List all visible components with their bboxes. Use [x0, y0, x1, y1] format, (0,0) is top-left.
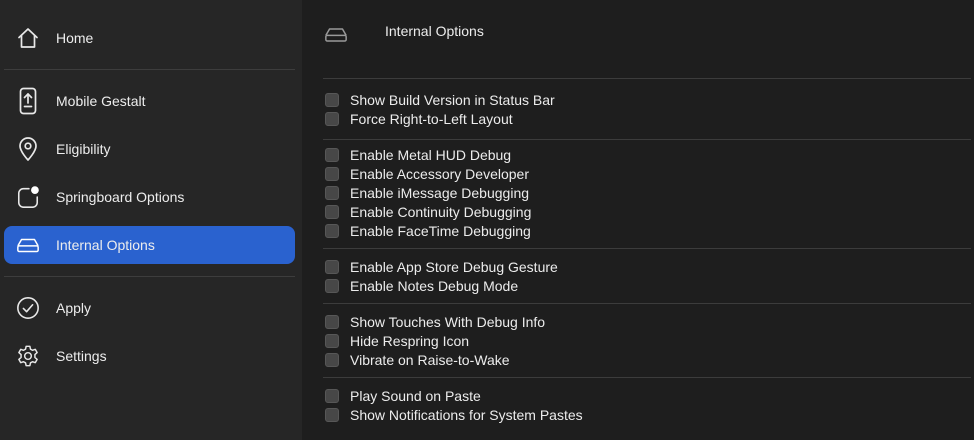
option-label: Show Notifications for System Pastes — [350, 406, 583, 423]
checkbox[interactable] — [325, 166, 339, 181]
phone-icon — [16, 87, 40, 115]
sidebar-item-eligibility[interactable]: Eligibility — [4, 130, 295, 168]
sidebar-divider — [4, 69, 295, 70]
sidebar-item-internal-options[interactable]: Internal Options — [4, 226, 295, 264]
option-imessage-debugging[interactable]: Enable iMessage Debugging — [325, 183, 529, 202]
sidebar-item-label: Mobile Gestalt — [56, 93, 146, 109]
option-accessory-developer[interactable]: Enable Accessory Developer — [325, 164, 529, 183]
option-facetime-debugging[interactable]: Enable FaceTime Debugging — [325, 221, 531, 240]
checkbox[interactable] — [325, 314, 339, 329]
page-title: Internal Options — [385, 23, 484, 39]
sidebar-item-home[interactable]: Home — [4, 19, 295, 57]
section-divider — [323, 139, 971, 140]
checkbox[interactable] — [325, 407, 339, 422]
checkbox[interactable] — [325, 92, 339, 107]
option-play-sound-on-paste[interactable]: Play Sound on Paste — [325, 386, 481, 405]
checkbox[interactable] — [325, 204, 339, 219]
checkmark-circle-icon — [16, 295, 40, 321]
option-app-store-debug-gesture[interactable]: Enable App Store Debug Gesture — [325, 257, 558, 276]
home-icon — [16, 25, 40, 51]
sidebar-item-label: Home — [56, 30, 94, 46]
sidebar-item-label: Springboard Options — [56, 189, 185, 205]
checkbox[interactable] — [325, 388, 339, 403]
option-label: Enable Notes Debug Mode — [350, 277, 519, 294]
checkbox[interactable] — [325, 185, 339, 200]
checkbox[interactable] — [325, 352, 339, 367]
section-divider — [323, 303, 971, 304]
checkbox[interactable] — [325, 259, 339, 274]
option-label: Hide Respring Icon — [350, 332, 470, 349]
option-label: Show Touches With Debug Info — [350, 313, 546, 330]
option-label: Enable iMessage Debugging — [350, 184, 530, 201]
sidebar: Home Mobile Gestalt Eligibility Springbo… — [0, 0, 302, 440]
main-content: Internal Options Show Build Version in S… — [302, 0, 974, 440]
option-metal-hud-debug[interactable]: Enable Metal HUD Debug — [325, 145, 511, 164]
sidebar-item-label: Apply — [56, 300, 92, 316]
option-label: Force Right-to-Left Layout — [350, 110, 513, 127]
checkbox[interactable] — [325, 223, 339, 238]
section-divider — [323, 377, 971, 378]
sidebar-item-label: Eligibility — [56, 141, 111, 157]
app-badge-icon — [16, 184, 40, 210]
sidebar-item-mobile-gestalt[interactable]: Mobile Gestalt — [4, 82, 295, 120]
checkbox[interactable] — [325, 147, 339, 162]
option-label: Show Build Version in Status Bar — [350, 91, 555, 108]
option-label: Enable FaceTime Debugging — [350, 222, 531, 239]
option-notes-debug-mode[interactable]: Enable Notes Debug Mode — [325, 276, 518, 295]
checkbox[interactable] — [325, 333, 339, 348]
option-hide-respring-icon[interactable]: Hide Respring Icon — [325, 331, 469, 350]
option-notifications-system-pastes[interactable]: Show Notifications for System Pastes — [325, 405, 583, 424]
sidebar-item-label: Internal Options — [56, 237, 155, 253]
drive-icon — [16, 232, 40, 258]
sidebar-divider — [4, 276, 295, 277]
section-divider — [323, 78, 971, 79]
option-vibrate-raise-to-wake[interactable]: Vibrate on Raise-to-Wake — [325, 350, 510, 369]
option-label: Enable Continuity Debugging — [350, 203, 532, 220]
option-continuity-debugging[interactable]: Enable Continuity Debugging — [325, 202, 531, 221]
drive-icon — [324, 26, 348, 48]
option-label: Enable Metal HUD Debug — [350, 146, 512, 163]
sidebar-item-settings[interactable]: Settings — [4, 337, 295, 375]
option-label: Play Sound on Paste — [350, 387, 481, 404]
option-force-rtl-layout[interactable]: Force Right-to-Left Layout — [325, 109, 513, 128]
checkbox[interactable] — [325, 111, 339, 126]
checkbox[interactable] — [325, 278, 339, 293]
location-pin-icon — [16, 136, 40, 162]
option-label: Vibrate on Raise-to-Wake — [350, 351, 510, 368]
option-label: Enable App Store Debug Gesture — [350, 258, 558, 275]
sidebar-item-label: Settings — [56, 348, 107, 364]
gear-icon — [16, 343, 40, 369]
option-show-build-version[interactable]: Show Build Version in Status Bar — [325, 90, 555, 109]
section-divider — [323, 248, 971, 249]
sidebar-item-springboard-options[interactable]: Springboard Options — [4, 178, 295, 216]
option-label: Enable Accessory Developer — [350, 165, 529, 182]
option-show-touches-debug-info[interactable]: Show Touches With Debug Info — [325, 312, 545, 331]
sidebar-item-apply[interactable]: Apply — [4, 289, 295, 327]
